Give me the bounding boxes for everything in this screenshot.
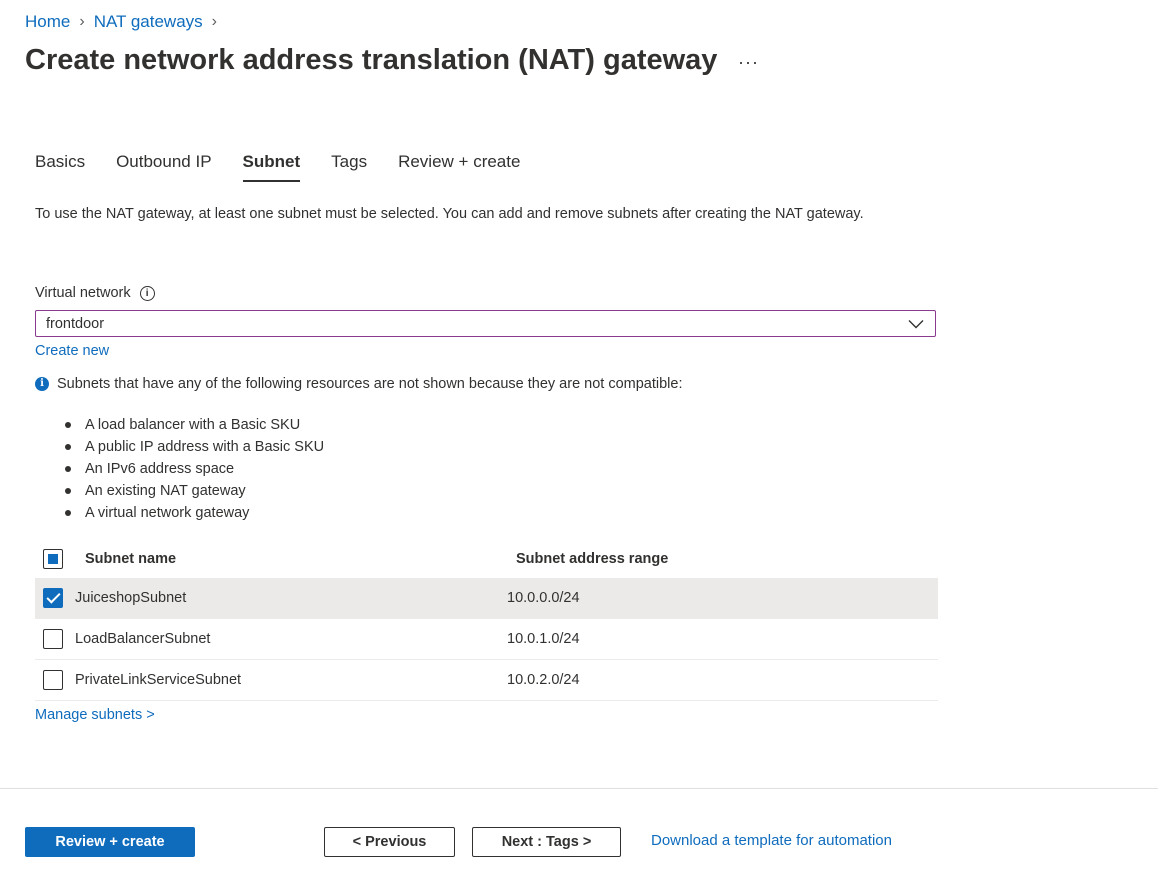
row-checkbox[interactable]: [43, 670, 63, 690]
subnet-table: Subnet name Subnet address range Juicesh…: [35, 540, 938, 701]
info-icon[interactable]: i: [139, 285, 155, 301]
column-header-subnet-name: Subnet name: [85, 551, 177, 567]
incompatible-resources-list: A load balancer with a Basic SKU A publi…: [57, 414, 324, 524]
list-item: A virtual network gateway: [57, 502, 324, 524]
breadcrumb-chevron-icon: ›: [211, 13, 217, 30]
info-filled-icon: i: [35, 377, 49, 391]
list-item: A public IP address with a Basic SKU: [57, 436, 324, 458]
breadcrumb: Home › NAT gateways ›: [25, 12, 226, 32]
list-item: An IPv6 address space: [57, 458, 324, 480]
virtual-network-label: Virtual network i: [35, 285, 155, 301]
footer-divider: [0, 788, 1158, 789]
more-options-icon[interactable]: ···: [738, 52, 759, 73]
subnet-name: PrivateLinkServiceSubnet: [75, 672, 242, 688]
virtual-network-label-text: Virtual network: [35, 285, 131, 301]
tab-review-create[interactable]: Review + create: [398, 152, 520, 182]
list-item: A load balancer with a Basic SKU: [57, 414, 324, 436]
download-template-link[interactable]: Download a template for automation: [651, 832, 892, 849]
virtual-network-dropdown[interactable]: frontdoor: [35, 310, 936, 337]
next-tags-button[interactable]: Next : Tags >: [472, 827, 621, 857]
tab-outbound-ip[interactable]: Outbound IP: [116, 152, 211, 182]
notice-text: Subnets that have any of the following r…: [57, 376, 683, 392]
tab-tags[interactable]: Tags: [331, 152, 367, 182]
tab-subnet[interactable]: Subnet: [242, 152, 301, 182]
compatibility-notice: i Subnets that have any of the following…: [35, 376, 683, 392]
subnet-range: 10.0.2.0/24: [507, 672, 580, 688]
breadcrumb-nat-gateways[interactable]: NAT gateways: [94, 12, 203, 32]
subnet-name: JuiceshopSubnet: [75, 590, 187, 606]
subnet-name: LoadBalancerSubnet: [75, 631, 211, 647]
breadcrumb-home[interactable]: Home: [25, 12, 70, 32]
table-header: Subnet name Subnet address range: [35, 540, 938, 578]
list-item: An existing NAT gateway: [57, 480, 324, 502]
row-checkbox[interactable]: [43, 588, 63, 608]
table-row[interactable]: JuiceshopSubnet 10.0.0.0/24: [35, 578, 938, 619]
subnet-range: 10.0.1.0/24: [507, 631, 580, 647]
manage-subnets-link[interactable]: Manage subnets >: [35, 707, 155, 723]
subnet-range: 10.0.0.0/24: [507, 590, 580, 606]
virtual-network-value: frontdoor: [46, 315, 105, 332]
column-header-subnet-range: Subnet address range: [516, 551, 669, 567]
previous-button[interactable]: < Previous: [324, 827, 455, 857]
chevron-down-icon: [908, 319, 924, 328]
wizard-tabs: Basics Outbound IP Subnet Tags Review + …: [35, 152, 551, 182]
table-row[interactable]: LoadBalancerSubnet 10.0.1.0/24: [35, 619, 938, 660]
review-create-button[interactable]: Review + create: [25, 827, 195, 857]
table-row[interactable]: PrivateLinkServiceSubnet 10.0.2.0/24: [35, 660, 938, 701]
select-all-checkbox[interactable]: [43, 549, 63, 569]
create-new-link[interactable]: Create new: [35, 343, 109, 359]
page-title: Create network address translation (NAT)…: [25, 44, 718, 76]
row-checkbox[interactable]: [43, 629, 63, 649]
breadcrumb-chevron-icon: ›: [79, 13, 85, 30]
tab-basics[interactable]: Basics: [35, 152, 85, 182]
subnet-description: To use the NAT gateway, at least one sub…: [35, 206, 864, 222]
